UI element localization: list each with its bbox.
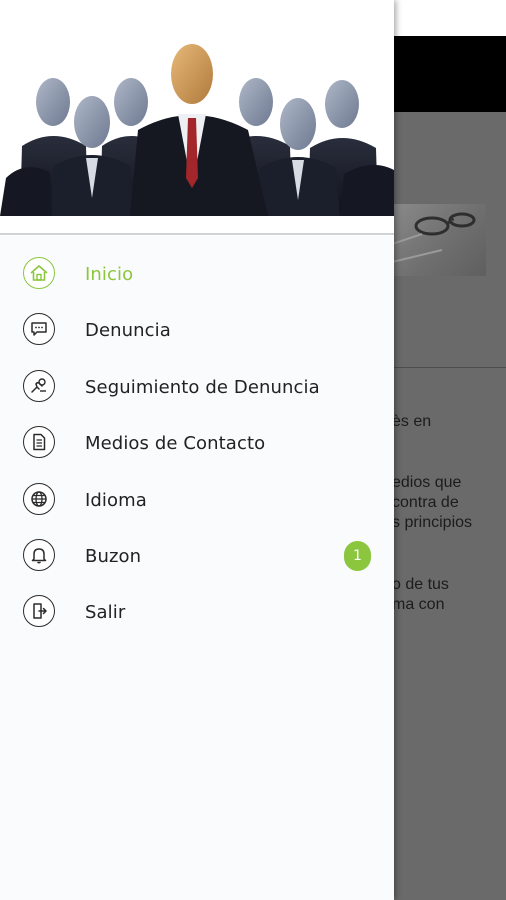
document-icon — [23, 426, 55, 459]
background-glasses-image — [392, 204, 486, 276]
menu-item-denuncia[interactable]: Denuncia — [0, 302, 394, 358]
menu-label: Idioma — [85, 489, 147, 511]
menu-label: Buzon — [85, 545, 142, 567]
chat-bubble-icon — [23, 313, 55, 346]
menu-item-seguimiento-de-denuncia[interactable]: Seguimiento de Denuncia — [0, 359, 394, 415]
background-paragraph-3: o de tus ma con — [392, 576, 449, 613]
drawer-menu: Inicio Denuncia Seguimiento de Denuncia — [0, 246, 394, 641]
menu-label: Medios de Contacto — [85, 433, 266, 455]
menu-item-idioma[interactable]: Idioma — [0, 472, 394, 528]
navigation-drawer: Inicio Denuncia Seguimiento de Denuncia — [0, 0, 394, 900]
background-paragraph-1: ès en — [392, 413, 432, 430]
header-businessmen-image — [0, 44, 394, 216]
home-icon — [23, 257, 55, 289]
menu-item-medios-de-contacto[interactable]: Medios de Contacto — [0, 415, 394, 471]
hand-tracking-icon — [23, 369, 55, 402]
drawer-header — [0, 0, 394, 236]
globe-icon — [23, 482, 55, 515]
menu-label: Seguimiento de Denuncia — [85, 376, 320, 398]
exit-icon — [23, 595, 55, 628]
menu-label: Salir — [85, 602, 126, 624]
background-divider — [392, 367, 506, 368]
background-paragraph-2: edios que contra de s principios — [392, 474, 473, 531]
bell-icon — [23, 538, 55, 571]
menu-label: Inicio — [85, 264, 134, 285]
menu-item-inicio[interactable]: Inicio — [0, 246, 394, 302]
menu-item-salir[interactable]: Salir — [0, 584, 394, 640]
header-divider — [0, 233, 394, 235]
menu-item-buzon[interactable]: Buzon 1 — [0, 528, 394, 584]
notification-badge: 1 — [344, 540, 371, 571]
menu-label: Denuncia — [85, 320, 171, 342]
